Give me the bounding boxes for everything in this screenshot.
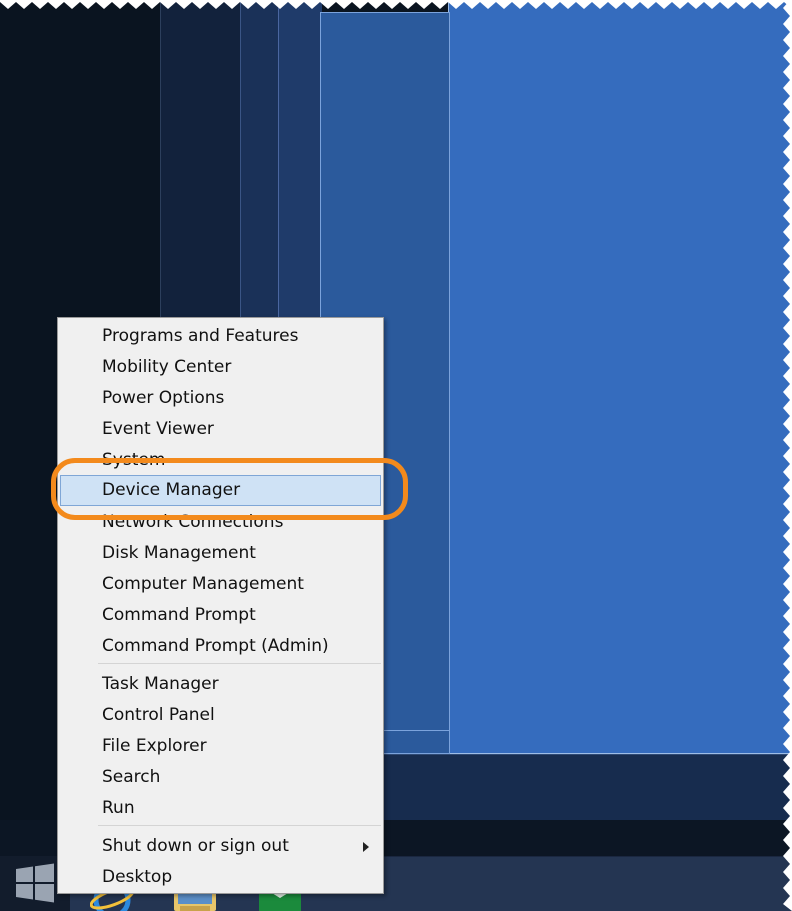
menu-item-label: Search <box>102 767 161 787</box>
windows-logo-icon[interactable] <box>14 862 56 904</box>
menu-item-label: Device Manager <box>102 480 241 500</box>
menu-item-label: Computer Management <box>102 574 304 594</box>
menu-item-label: Command Prompt (Admin) <box>102 636 329 656</box>
menu-item-label: Task Manager <box>102 674 219 694</box>
torn-edge <box>0 0 792 9</box>
menu-item-event-viewer[interactable]: Event Viewer <box>60 414 381 445</box>
menu-item-label: Network Connections <box>102 512 284 532</box>
menu-item-task-manager[interactable]: Task Manager <box>60 669 381 700</box>
menu-item-run[interactable]: Run <box>60 793 381 824</box>
menu-item-programs-and-features[interactable]: Programs and Features <box>60 321 381 352</box>
menu-item-device-manager[interactable]: Device Manager <box>60 475 381 506</box>
power-user-menu: Programs and Features Mobility Center Po… <box>57 317 384 894</box>
menu-item-label: Mobility Center <box>102 357 232 377</box>
menu-item-label: Desktop <box>102 867 173 887</box>
window-pane <box>448 0 792 754</box>
menu-item-label: Disk Management <box>102 543 256 563</box>
menu-item-label: Control Panel <box>102 705 215 725</box>
menu-item-label: Power Options <box>102 388 225 408</box>
menu-item-label: Programs and Features <box>102 326 299 346</box>
menu-item-search[interactable]: Search <box>60 762 381 793</box>
menu-item-network-connections[interactable]: Network Connections <box>60 507 381 538</box>
menu-item-power-options[interactable]: Power Options <box>60 383 381 414</box>
menu-item-label: System <box>102 450 166 470</box>
menu-item-system[interactable]: System <box>60 445 381 476</box>
menu-item-desktop[interactable]: Desktop <box>60 862 381 893</box>
menu-item-label: Run <box>102 798 135 818</box>
menu-item-shut-down-or-sign-out[interactable]: Shut down or sign out <box>60 831 381 862</box>
menu-item-computer-management[interactable]: Computer Management <box>60 569 381 600</box>
chevron-right-icon <box>363 842 369 852</box>
menu-item-label: Command Prompt <box>102 605 256 625</box>
menu-item-command-prompt[interactable]: Command Prompt <box>60 600 381 631</box>
menu-item-label: Shut down or sign out <box>102 836 289 856</box>
menu-item-control-panel[interactable]: Control Panel <box>60 700 381 731</box>
menu-item-file-explorer[interactable]: File Explorer <box>60 731 381 762</box>
menu-separator <box>98 825 381 826</box>
menu-item-label: Event Viewer <box>102 419 214 439</box>
menu-item-label: File Explorer <box>102 736 207 756</box>
menu-item-disk-management[interactable]: Disk Management <box>60 538 381 569</box>
menu-item-command-prompt-admin[interactable]: Command Prompt (Admin) <box>60 631 381 662</box>
torn-edge <box>783 0 792 911</box>
menu-separator <box>98 663 381 664</box>
menu-item-mobility-center[interactable]: Mobility Center <box>60 352 381 383</box>
